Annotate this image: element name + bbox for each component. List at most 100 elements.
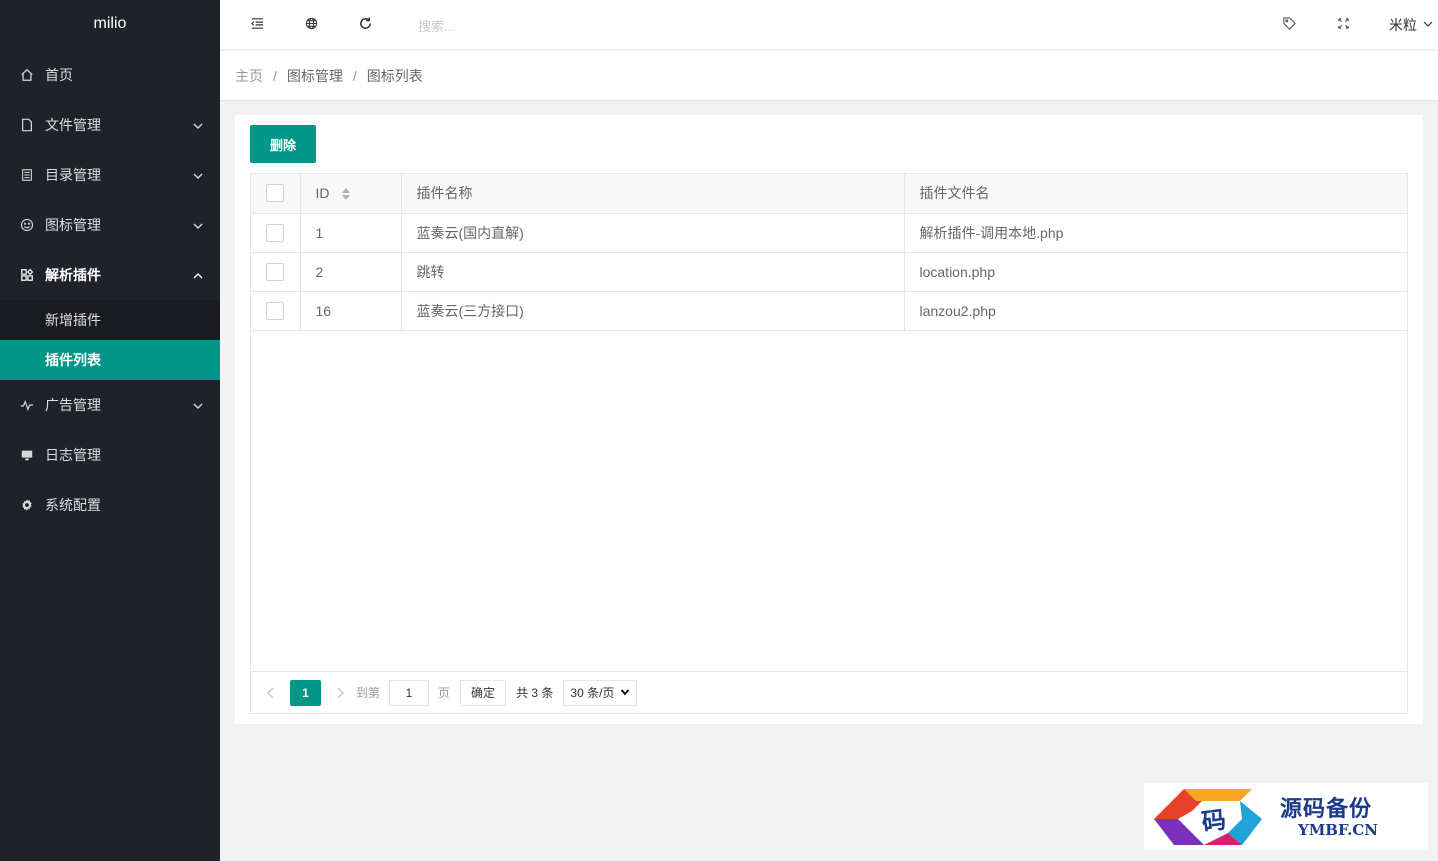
- row-checkbox[interactable]: [266, 262, 285, 281]
- user-name: 米粒: [1389, 17, 1417, 33]
- log-icon: [20, 448, 34, 462]
- sidebar-item-label: 广告管理: [45, 397, 101, 413]
- goto-label: 到第: [356, 686, 381, 700]
- chevron-down-icon: [1417, 17, 1434, 33]
- page-label: 页: [438, 686, 451, 700]
- plugins-submenu: 新增插件 插件列表: [0, 300, 220, 380]
- breadcrumb-icons[interactable]: 图标管理: [287, 66, 343, 86]
- row-checkbox[interactable]: [266, 223, 285, 242]
- cell-name: 蓝奏云(国内直解): [400, 213, 904, 253]
- sidebar-item-home[interactable]: 首页: [0, 50, 220, 100]
- row-checkbox[interactable]: [266, 301, 285, 320]
- cell-id: 2: [299, 252, 401, 292]
- table-header-row: ID 插件名称 插件文件名: [251, 174, 1407, 214]
- svg-text:码: 码: [1200, 804, 1228, 836]
- sidebar-item-label: 图标管理: [45, 217, 101, 233]
- fullscreen-button[interactable]: [1323, 0, 1363, 50]
- sidebar-item-label: 日志管理: [45, 447, 101, 463]
- chevron-up-icon: [192, 269, 204, 281]
- goto-confirm-button[interactable]: 确定: [460, 679, 507, 706]
- page-size-select[interactable]: 30 条/页: [563, 679, 638, 706]
- tag-button[interactable]: [1269, 0, 1309, 50]
- total-count: 共 3 条: [516, 686, 554, 700]
- cell-name: 蓝奏云(三方接口): [400, 291, 904, 331]
- menu-toggle-button[interactable]: [237, 0, 277, 50]
- cell-file: 解析插件-调用本地.php: [903, 213, 1407, 253]
- file-icon: [20, 118, 34, 132]
- cell-name: 跳转: [400, 252, 904, 292]
- pagination: 1 到第 页 确定 共 3 条 30 条/页: [251, 671, 1407, 713]
- row-checkbox-cell: [251, 213, 300, 253]
- chevron-down-icon: [192, 219, 204, 231]
- column-header-id[interactable]: ID: [299, 174, 401, 214]
- sidebar-item-label: 系统配置: [45, 497, 101, 513]
- sort-icon[interactable]: [341, 187, 351, 201]
- chart-icon: [20, 398, 34, 412]
- sidebar-item-plugins[interactable]: 解析插件: [0, 250, 220, 300]
- refresh-icon: [358, 16, 373, 34]
- menu-fold-icon: [250, 16, 265, 34]
- home-icon: [20, 68, 34, 82]
- sidebar-item-icons[interactable]: 图标管理: [0, 200, 220, 250]
- plugin-table: ID 插件名称 插件文件名 1 蓝奏云(国内直解) 解析插件-调用本地.php: [250, 173, 1408, 714]
- row-checkbox-cell: [251, 252, 300, 292]
- breadcrumb-current: 图标列表: [366, 67, 423, 84]
- sidebar-item-label: 解析插件: [45, 267, 101, 283]
- watermark-domain: YMBF.CN: [1298, 821, 1379, 839]
- watermark-title: 源码备份: [1280, 796, 1373, 822]
- delete-button[interactable]: 删除: [250, 125, 316, 163]
- select-all-checkbox[interactable]: [266, 184, 285, 203]
- page-size-value: 30 条/页: [570, 686, 615, 700]
- cell-id: 1: [299, 213, 401, 253]
- column-header-name: 插件名称: [400, 174, 904, 214]
- sidebar: milio 首页 文件管理 目录管理 图标管理 解析插件 新增插件 插件列表 广…: [0, 0, 220, 861]
- sidebar-item-label: 目录管理: [45, 167, 101, 183]
- next-page-button[interactable]: [330, 680, 350, 706]
- tag-icon: [1282, 16, 1297, 34]
- breadcrumb-home[interactable]: 主页: [235, 66, 263, 86]
- column-header-label: ID: [315, 185, 330, 202]
- top-header: 米粒: [220, 0, 1438, 50]
- cell-file: location.php: [903, 252, 1407, 292]
- list-icon: [20, 168, 34, 182]
- chevron-down-icon: [614, 686, 630, 700]
- goto-page-input[interactable]: [389, 679, 430, 706]
- sidebar-subitem-add-plugin[interactable]: 新增插件: [0, 300, 220, 340]
- prev-page-button[interactable]: [261, 680, 281, 706]
- chevron-down-icon: [192, 169, 204, 181]
- app-logo[interactable]: milio: [0, 0, 220, 50]
- app-icon: [20, 268, 34, 282]
- settings-icon: [20, 498, 34, 512]
- breadcrumb-separator: /: [352, 67, 357, 84]
- sidebar-item-logs[interactable]: 日志管理: [0, 430, 220, 480]
- breadcrumb: 主页 / 图标管理 / 图标列表: [220, 51, 1438, 101]
- breadcrumb-separator: /: [273, 67, 277, 84]
- fullscreen-icon: [1336, 16, 1351, 34]
- cell-file: lanzou2.php: [903, 291, 1407, 331]
- search-input[interactable]: [418, 14, 638, 38]
- refresh-button[interactable]: [345, 0, 385, 50]
- table-row[interactable]: 2 跳转 location.php: [251, 252, 1407, 292]
- table-row[interactable]: 1 蓝奏云(国内直解) 解析插件-调用本地.php: [251, 213, 1407, 253]
- content-card: 删除 ID 插件名称 插件文件名 1 蓝奏云(国内直解) 解析插件-调用本地.p…: [235, 115, 1423, 724]
- sidebar-item-ads[interactable]: 广告管理: [0, 380, 220, 430]
- website-button[interactable]: [291, 0, 331, 50]
- globe-icon: [304, 16, 319, 34]
- sidebar-item-label: 文件管理: [45, 117, 101, 133]
- sidebar-item-settings[interactable]: 系统配置: [0, 480, 220, 530]
- chevron-down-icon: [192, 119, 204, 131]
- current-page[interactable]: 1: [290, 679, 321, 706]
- user-menu[interactable]: 米粒: [1389, 0, 1434, 50]
- sidebar-item-directory[interactable]: 目录管理: [0, 150, 220, 200]
- sidebar-item-file[interactable]: 文件管理: [0, 100, 220, 150]
- watermark-logo: 码 源码备份 YMBF.CN: [1144, 783, 1428, 850]
- sidebar-item-label: 首页: [45, 67, 73, 83]
- sidebar-subitem-plugin-list[interactable]: 插件列表: [0, 340, 220, 380]
- watermark-emblem-icon: 码: [1154, 789, 1262, 845]
- table-row[interactable]: 16 蓝奏云(三方接口) lanzou2.php: [251, 291, 1407, 331]
- chevron-down-icon: [192, 399, 204, 411]
- column-header-file: 插件文件名: [903, 174, 1407, 214]
- row-checkbox-cell: [251, 291, 300, 331]
- smile-icon: [20, 218, 34, 232]
- cell-id: 16: [299, 291, 401, 331]
